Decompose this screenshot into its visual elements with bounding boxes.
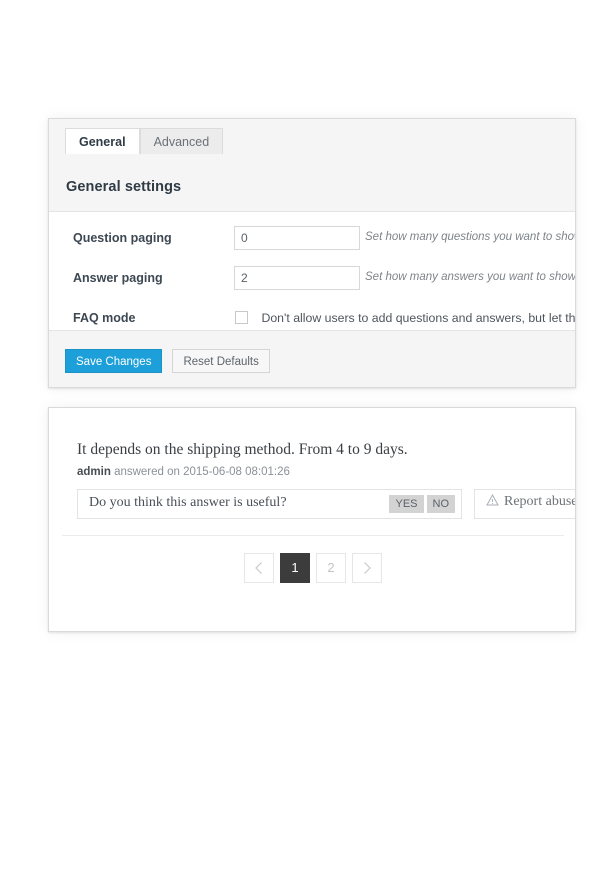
settings-card: General Advanced General settings Questi… <box>48 118 576 388</box>
pagination-prev-button[interactable] <box>244 553 274 583</box>
reset-defaults-label: Reset Defaults <box>183 356 258 368</box>
answer-divider <box>62 535 564 536</box>
report-abuse-inner: Report abuse <box>486 494 576 511</box>
reset-defaults-button[interactable]: Reset Defaults <box>172 349 269 373</box>
pagination-page-1[interactable]: 1 <box>280 553 310 583</box>
report-abuse-label: Report abuse <box>504 494 576 509</box>
setting-row-question-paging: Question paging Set how many questions y… <box>49 220 576 260</box>
faq-mode-checkbox-group[interactable]: Don't allow users to add questions and a… <box>235 309 576 327</box>
vote-no-button[interactable]: NO <box>427 495 456 513</box>
settings-button-row: Save Changes Reset Defaults <box>65 349 270 373</box>
save-changes-button[interactable]: Save Changes <box>65 349 162 373</box>
vote-yes-button[interactable]: YES <box>389 495 423 513</box>
answer-body-text: It depends on the shipping method. From … <box>77 441 408 459</box>
answer-author: admin <box>77 466 111 478</box>
answer-timestamp: answered on 2015-06-08 08:01:26 <box>111 466 290 478</box>
usefulness-question: Do you think this answer is useful? <box>89 495 287 511</box>
answer-meta: admin answered on 2015-06-08 08:01:26 <box>77 466 290 478</box>
faq-mode-checkbox[interactable] <box>235 311 248 324</box>
faq-mode-checkbox-label: Don't allow users to add questions and a… <box>261 311 576 325</box>
page-root: General Advanced General settings Questi… <box>0 0 600 877</box>
tab-general[interactable]: General <box>65 128 140 154</box>
section-title: General settings <box>66 179 181 195</box>
warning-triangle-icon <box>486 494 499 511</box>
pagination-next-button[interactable] <box>352 553 382 583</box>
vote-button-group: YESNO <box>386 495 455 513</box>
setting-row-faq-mode: FAQ mode Don't allow users to add questi… <box>49 300 576 331</box>
tab-advanced[interactable]: Advanced <box>140 128 224 154</box>
settings-panel: Question paging Set how many questions y… <box>49 211 576 331</box>
setting-help-text: Set how many answers you want to show fo… <box>365 271 576 283</box>
report-abuse-button[interactable]: Report abuse <box>474 489 576 519</box>
save-changes-label: Save Changes <box>76 356 151 368</box>
setting-help-text: Set how many questions you want to show … <box>365 231 576 243</box>
pagination-page-2[interactable]: 2 <box>316 553 346 583</box>
setting-label: Answer paging <box>73 271 163 285</box>
question-paging-input[interactable] <box>234 226 360 250</box>
tab-advanced-label: Advanced <box>154 135 210 149</box>
setting-label: FAQ mode <box>73 311 136 325</box>
pagination: 12 <box>49 553 576 583</box>
setting-label: Question paging <box>73 231 172 245</box>
setting-row-answer-paging: Answer paging Set how many answers you w… <box>49 260 576 300</box>
settings-tabbar: General Advanced <box>49 119 575 155</box>
answer-paging-input[interactable] <box>234 266 360 290</box>
tab-general-label: General <box>79 135 126 149</box>
usefulness-bar: Do you think this answer is useful? YESN… <box>77 489 462 519</box>
answer-card: It depends on the shipping method. From … <box>48 407 576 632</box>
